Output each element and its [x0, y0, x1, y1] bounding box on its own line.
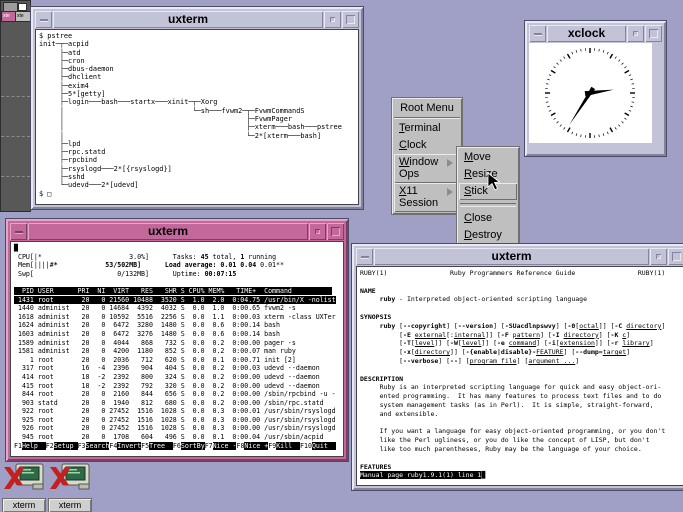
- root-menu-title: Root Menu: [394, 100, 460, 118]
- maximize-button[interactable]: [668, 248, 683, 265]
- maximize-small-button[interactable]: [627, 25, 644, 42]
- icon-label: xterm: [48, 498, 92, 512]
- maximize-small-icon: [315, 229, 320, 234]
- maximize-icon: [672, 252, 681, 261]
- xterm-icon: [49, 463, 91, 492]
- window-man-terminal: uxterm RUBY(1) Ruby Programmers Referenc…: [351, 243, 683, 491]
- analog-clock-face: [529, 43, 652, 143]
- maximize-small-button[interactable]: [309, 223, 326, 240]
- maximize-small-button[interactable]: [650, 248, 667, 265]
- window-title: xclock: [547, 25, 626, 42]
- titlebar-pstree[interactable]: uxterm: [35, 11, 359, 28]
- titlebar-xclock[interactable]: xclock: [529, 25, 662, 42]
- iconify-icon: [361, 256, 369, 258]
- menu-item-terminal[interactable]: Terminal: [394, 120, 460, 137]
- maximize-small-icon: [656, 254, 661, 259]
- maximize-button[interactable]: [645, 25, 662, 42]
- icon-xterm-2[interactable]: xterm: [48, 463, 92, 512]
- window-ops-menu: MoveResizeStick CloseDestroy: [456, 146, 520, 247]
- pager-page-divider: [1, 56, 30, 57]
- icon-label: xterm: [2, 498, 46, 512]
- window-htop-terminal: uxterm █ CPU[|* 3.0%] Tasks: 45 total, 1…: [5, 218, 349, 462]
- menu-item-window-ops[interactable]: Window Ops: [394, 154, 460, 183]
- pager-page-divider: [1, 176, 30, 177]
- iconify-icon: [40, 19, 48, 21]
- fvwm-pager[interactable]: xtexte: [0, 0, 31, 212]
- iconify-icon: [15, 231, 23, 233]
- iconify-button[interactable]: [10, 223, 27, 240]
- titlebar-htop[interactable]: uxterm: [10, 223, 344, 240]
- terminal-man-page[interactable]: RUBY(1) Ruby Programmers Reference Guide…: [356, 266, 683, 486]
- window-title: uxterm: [28, 223, 308, 240]
- iconify-button[interactable]: [35, 11, 52, 28]
- window-title: uxterm: [374, 248, 649, 265]
- menu-item-x11-session[interactable]: X11 Session: [394, 183, 460, 212]
- xterm-icon: [3, 463, 45, 492]
- terminal-htop-output[interactable]: █ CPU[|* 3.0%] Tasks: 45 total, 1 runnin…: [10, 241, 344, 457]
- pager-page-divider: [1, 96, 30, 97]
- pager-mini-window[interactable]: [18, 3, 27, 11]
- maximize-icon: [649, 29, 658, 38]
- desktop[interactable]: xtexte uxterm $ pstree init─┬─acpid ├─at…: [0, 0, 683, 512]
- menu-item-clock[interactable]: Clock: [394, 137, 460, 154]
- iconify-icon: [534, 33, 542, 35]
- maximize-icon: [331, 227, 340, 236]
- menu-item-resize[interactable]: Resize: [459, 166, 517, 183]
- menu-item-move[interactable]: Move: [459, 149, 517, 166]
- menu-item-stick[interactable]: Stick: [459, 183, 517, 200]
- maximize-button[interactable]: [327, 223, 344, 240]
- window-title: uxterm: [53, 11, 323, 28]
- terminal-pstree-output[interactable]: $ pstree init─┬─acpid ├─atd ├─cron ├─dbu…: [35, 29, 359, 205]
- pager-mini-window[interactable]: xte: [15, 11, 31, 22]
- menu-separator: [460, 203, 516, 207]
- window-pstree-terminal: uxterm $ pstree init─┬─acpid ├─atd ├─cro…: [30, 6, 364, 210]
- titlebar-man[interactable]: uxterm: [356, 248, 683, 265]
- maximize-button[interactable]: [342, 11, 359, 28]
- maximize-small-button[interactable]: [324, 11, 341, 28]
- menu-item-close[interactable]: Close: [459, 210, 517, 227]
- pager-page-divider: [1, 136, 30, 137]
- window-xclock: xclock: [524, 20, 667, 157]
- maximize-small-icon: [330, 17, 335, 22]
- maximize-icon: [346, 15, 355, 24]
- icon-xterm-1[interactable]: xterm: [2, 463, 46, 512]
- iconify-button[interactable]: [356, 248, 373, 265]
- maximize-small-icon: [633, 31, 638, 36]
- root-menu: Root Menu TerminalClockWindow OpsX11 Ses…: [391, 97, 463, 215]
- menu-item-destroy[interactable]: Destroy: [459, 227, 517, 244]
- iconify-button[interactable]: [529, 25, 546, 42]
